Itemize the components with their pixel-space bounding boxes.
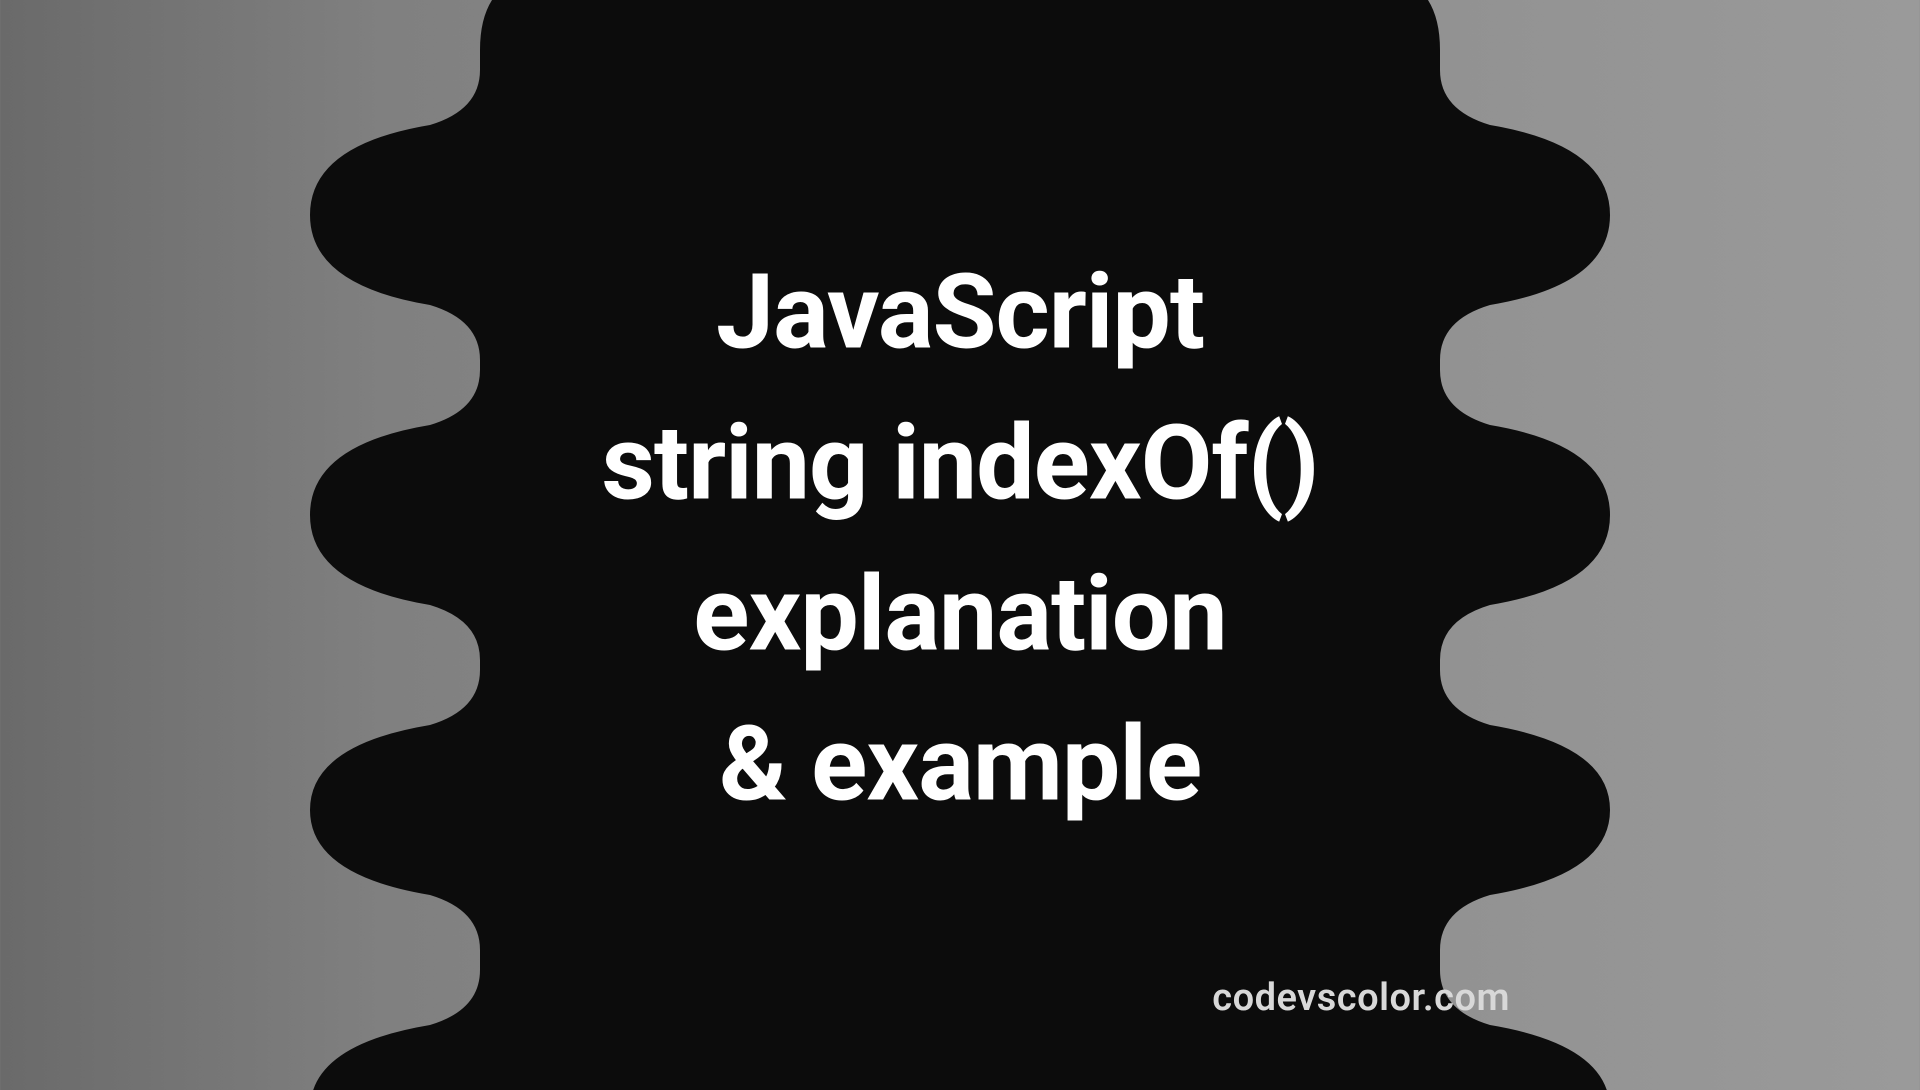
title-line-3: explanation [360,540,1560,691]
title-line-4: & example [360,691,1560,842]
watermark-text: codevscolor.com [1212,976,1510,1020]
title-content: JavaScript string indexOf() explanation … [360,238,1560,841]
banner-container: JavaScript string indexOf() explanation … [0,0,1920,1080]
title-line-1: JavaScript [360,238,1560,389]
main-title: JavaScript string indexOf() explanation … [360,238,1560,841]
title-line-2: string indexOf() [360,389,1560,540]
